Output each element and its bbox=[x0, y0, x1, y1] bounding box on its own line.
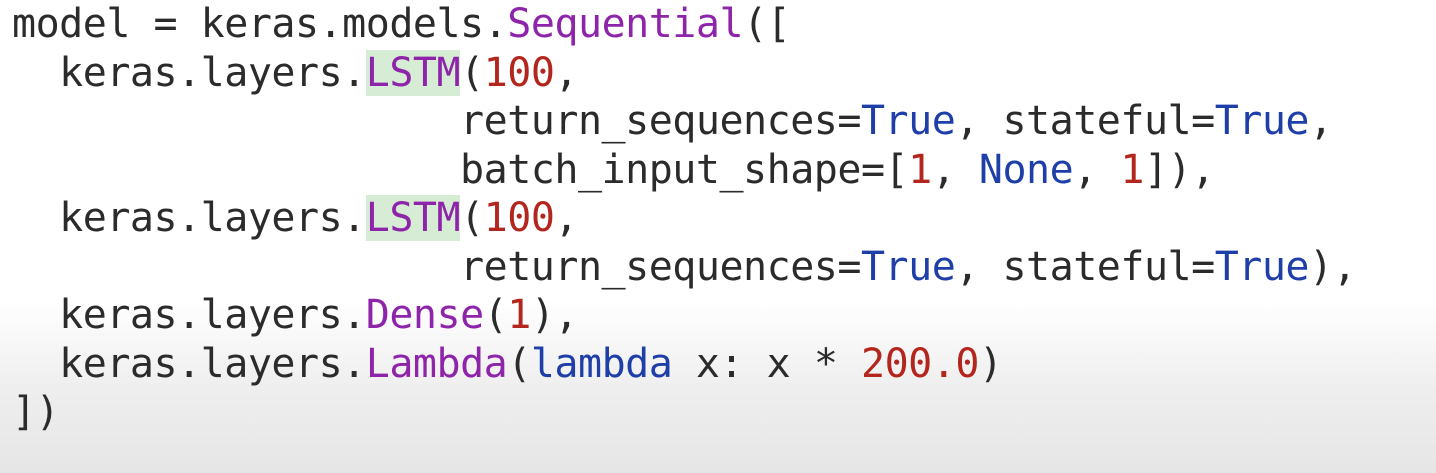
code-token: ( bbox=[507, 340, 531, 387]
code-token-highlighted-class: LSTM bbox=[365, 49, 461, 96]
code-token: , stateful= bbox=[955, 98, 1215, 144]
code-token: , stateful= bbox=[955, 243, 1215, 290]
code-token-keyword: True bbox=[1214, 98, 1310, 144]
code-line-2: keras.layers.LSTM(100, bbox=[12, 49, 1356, 98]
code-line-9: ]) bbox=[12, 388, 1356, 437]
code-token-highlighted-class: LSTM bbox=[365, 195, 461, 241]
code-token-number: 100 bbox=[483, 49, 555, 96]
code-token: return_sequences= bbox=[12, 243, 861, 290]
code-token-number: 1 bbox=[908, 146, 932, 193]
code-token: x: x * bbox=[672, 340, 861, 387]
code-line-6: return_sequences=True, stateful=True), bbox=[12, 243, 1357, 292]
code-block: model = keras.models.Sequential([ keras.… bbox=[12, 0, 1357, 437]
code-token: ), bbox=[1309, 243, 1357, 290]
code-token: ), bbox=[530, 292, 579, 338]
code-token-number: 1 bbox=[1120, 146, 1144, 193]
code-token: ]) bbox=[12, 389, 60, 435]
code-token: ]), bbox=[1143, 146, 1215, 193]
code-token: keras.layers. bbox=[12, 340, 366, 387]
code-token: keras.layers. bbox=[12, 292, 366, 338]
code-line-8: keras.layers.Lambda(lambda x: x * 200.0) bbox=[12, 340, 1356, 389]
code-token-class: Lambda bbox=[365, 340, 508, 387]
code-token: , bbox=[1309, 98, 1333, 144]
code-token-class: Sequential bbox=[507, 1, 744, 47]
code-token: ([ bbox=[743, 1, 791, 47]
code-token: model = keras.models. bbox=[12, 1, 508, 47]
code-token: ) bbox=[978, 340, 1003, 387]
code-token: , bbox=[554, 195, 578, 241]
code-token: keras.layers. bbox=[12, 195, 366, 241]
code-token-number: 100 bbox=[483, 195, 555, 241]
code-token-number: 1 bbox=[507, 292, 531, 338]
code-token-number: 200.0 bbox=[860, 340, 979, 387]
code-token: ( bbox=[460, 195, 484, 241]
code-token: ( bbox=[460, 49, 484, 96]
code-line-3: return_sequences=True, stateful=True, bbox=[12, 97, 1356, 146]
code-token: keras.layers. bbox=[12, 49, 366, 96]
code-line-7: keras.layers.Dense(1), bbox=[12, 291, 1356, 340]
code-token: ( bbox=[483, 292, 508, 338]
code-token-keyword: True bbox=[1214, 243, 1310, 290]
code-token-keyword: None bbox=[978, 146, 1074, 193]
code-token: , bbox=[931, 146, 979, 193]
code-token-class: Dense bbox=[365, 292, 484, 338]
code-token-keyword: True bbox=[860, 243, 956, 290]
code-line-5: keras.layers.LSTM(100, bbox=[12, 194, 1356, 243]
code-token-keyword: True bbox=[860, 98, 956, 144]
code-line-1: model = keras.models.Sequential([ bbox=[12, 0, 1356, 49]
code-token: , bbox=[554, 49, 578, 96]
code-line-4: batch_input_shape=[1, None, 1]), bbox=[12, 146, 1356, 195]
code-token: batch_input_shape=[ bbox=[12, 146, 909, 193]
code-token-keyword: lambda bbox=[530, 340, 673, 387]
code-token: return_sequences= bbox=[12, 98, 861, 144]
code-token: , bbox=[1073, 146, 1121, 193]
